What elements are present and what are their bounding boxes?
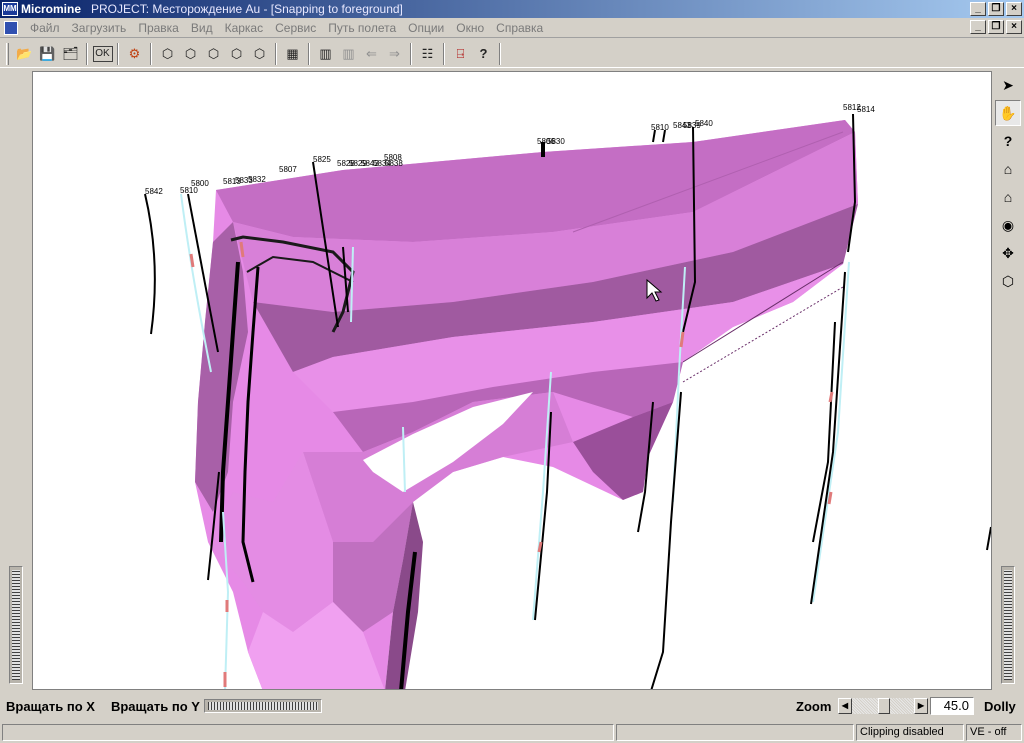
doc-close-icon[interactable]: ×	[1006, 20, 1022, 34]
toolbar-separator	[275, 42, 277, 65]
menu-flight-path[interactable]: Путь полета	[322, 21, 402, 35]
menu-file[interactable]: Файл	[24, 21, 66, 35]
menu-view[interactable]: Вид	[185, 21, 219, 35]
save-icon[interactable]: 💾	[37, 43, 59, 65]
center-target-icon[interactable]: ✥	[995, 240, 1021, 266]
arrow-left-icon[interactable]: ⇐	[361, 43, 383, 65]
view-top-icon[interactable]: ⬡	[203, 43, 225, 65]
wireframe-scene: 5842 5810 5800 5813 5833 5832 5807 5825 …	[144, 103, 991, 690]
menu-window[interactable]: Окно	[450, 21, 490, 35]
app-logo-icon: MM	[2, 2, 18, 16]
view-control-bar: Вращать по X Вращать по Y Zoom ◀ ▶ 45.0 …	[0, 694, 1024, 718]
status-panel-empty	[616, 724, 854, 741]
3d-viewport[interactable]: 5842 5810 5800 5813 5833 5832 5807 5825 …	[32, 71, 992, 690]
menu-options[interactable]: Опции	[402, 21, 450, 35]
zoom-slider[interactable]: ◀ ▶	[838, 697, 928, 715]
cube-icon[interactable]: ⬡	[995, 268, 1021, 294]
hole-label: 5807	[279, 165, 297, 174]
rotate-y-label: Вращать по Y	[110, 698, 200, 714]
hand-pan-icon[interactable]: ✋	[995, 100, 1021, 126]
ok-button[interactable]: OK	[92, 45, 113, 62]
hole-label: 5800	[191, 179, 209, 188]
ore-body-wireframe[interactable]	[195, 120, 858, 690]
zoom-value-field[interactable]: 45.0	[930, 697, 974, 715]
main-toolbar: 📂 💾 🗂 OK ⚙ ⬡ ⬡ ⬡ ⬡ ⬡ ▦ ▥ ▥ ⇐ ⇒ ☷ ⍈ ?	[0, 40, 1024, 68]
zoom-thumb[interactable]	[878, 698, 891, 714]
doc-minimize-icon[interactable]: _	[970, 20, 986, 34]
hole-label: 5832	[248, 175, 266, 184]
slider-grip[interactable]	[1004, 570, 1012, 680]
view-side-icon[interactable]: ⬡	[180, 43, 202, 65]
title-bar: MM Micromine PROJECT: Месторождение Au -…	[0, 0, 1024, 18]
menu-help[interactable]: Справка	[490, 21, 549, 35]
open-folder-icon[interactable]: 📂	[14, 43, 36, 65]
toolbar-separator	[410, 42, 412, 65]
pointer-icon[interactable]: ➤	[995, 72, 1021, 98]
help-pointer-icon[interactable]: ?	[473, 43, 495, 65]
hole-label: 5810	[651, 123, 669, 132]
restore-icon[interactable]: ❐	[988, 2, 1004, 16]
section-disabled-icon[interactable]: ▥	[338, 43, 360, 65]
layers-icon[interactable]: ⚙	[124, 43, 146, 65]
rotate-x-vertical-slider[interactable]	[9, 566, 23, 684]
document-icon[interactable]	[4, 20, 18, 35]
doc-window-controls: _ ❐ ×	[970, 20, 1022, 34]
clipping-status: Clipping disabled	[856, 724, 964, 741]
view-front-icon[interactable]: ⬡	[157, 43, 179, 65]
menu-bar: Файл Загрузить Правка Вид Каркас Сервис …	[0, 18, 1024, 38]
status-panel-main	[2, 724, 614, 741]
zoom-label: Zoom	[796, 698, 832, 714]
view-tools-palette: ➤ ✋ ? ⌂ ⌂ ◉ ✥ ⬡	[994, 71, 1022, 296]
window-controls: _ ❐ ×	[970, 2, 1022, 16]
grid-icon[interactable]: ▦	[282, 43, 304, 65]
properties-icon[interactable]: ☷	[417, 43, 439, 65]
app-name: Micromine	[21, 2, 82, 16]
arrow-right-icon[interactable]: ⇒	[384, 43, 406, 65]
home-icon[interactable]: ⌂	[995, 156, 1021, 182]
menu-service[interactable]: Сервис	[269, 21, 322, 35]
toolbar-grip[interactable]	[6, 42, 9, 65]
minimize-icon[interactable]: _	[970, 2, 986, 16]
eye-icon[interactable]: ◉	[995, 212, 1021, 238]
slider-grip[interactable]	[12, 570, 20, 680]
zoom-left-arrow-icon[interactable]: ◀	[838, 698, 852, 714]
toolbar-separator	[86, 42, 88, 65]
menu-edit[interactable]: Правка	[132, 21, 185, 35]
menu-load[interactable]: Загрузить	[66, 21, 133, 35]
ve-status: VE - off	[966, 724, 1022, 741]
hole-label: 5830	[547, 137, 565, 146]
save-all-icon[interactable]: 🗂	[60, 43, 82, 65]
dolly-label: Dolly	[984, 698, 1016, 714]
query-icon[interactable]: ?	[995, 128, 1021, 154]
exit-icon[interactable]: ⍈	[450, 43, 472, 65]
toolbar-separator	[443, 42, 445, 65]
toolbar-separator	[150, 42, 152, 65]
hole-label: 5825	[313, 155, 331, 164]
section-icon[interactable]: ▥	[315, 43, 337, 65]
view-iso-icon[interactable]: ⬡	[226, 43, 248, 65]
hole-label: 5842	[145, 187, 163, 196]
home-zoom-icon[interactable]: ⌂	[995, 184, 1021, 210]
hole-label: 5814	[857, 105, 875, 114]
slider-grip[interactable]	[207, 702, 318, 710]
view-back-icon[interactable]: ⬡	[249, 43, 271, 65]
zoom-track[interactable]	[852, 698, 914, 714]
window-title: PROJECT: Месторождение Au - [Snapping to…	[91, 2, 403, 16]
menu-wireframe[interactable]: Каркас	[219, 21, 270, 35]
doc-restore-icon[interactable]: ❐	[988, 20, 1004, 34]
dolly-vertical-slider[interactable]	[1001, 566, 1015, 684]
rotate-y-slider[interactable]	[203, 699, 322, 713]
toolbar-separator	[308, 42, 310, 65]
hole-label: 5840	[695, 119, 713, 128]
hole-label: 5808	[384, 153, 402, 162]
rotate-x-label: Вращать по X	[6, 698, 95, 714]
zoom-right-arrow-icon[interactable]: ▶	[914, 698, 928, 714]
close-icon[interactable]: ×	[1006, 2, 1022, 16]
status-bar: Clipping disabled VE - off	[0, 722, 1024, 743]
toolbar-separator	[499, 42, 501, 65]
toolbar-separator	[117, 42, 119, 65]
